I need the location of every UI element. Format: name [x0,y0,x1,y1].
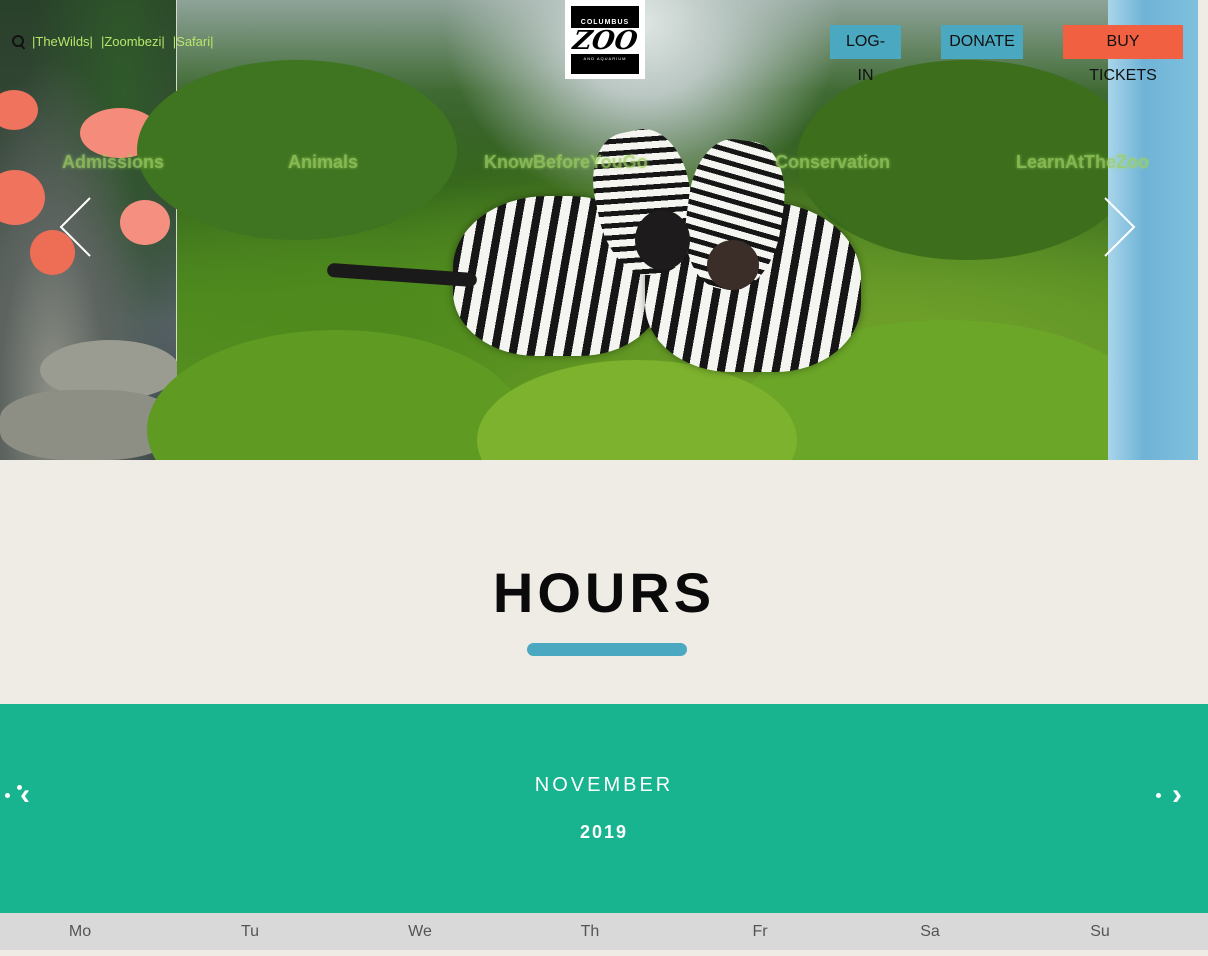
utility-links: |TheWilds| |Zoombezi| |Safari| [12,34,222,49]
carousel-next-arrow-icon[interactable] [1103,196,1137,258]
columbus-zoo-logo[interactable]: COLUMBUS ZOO AND AQUARIUM [565,0,645,79]
logo-text-top: COLUMBUS [580,18,630,26]
calendar-dot [1156,793,1161,798]
calendar-month: NOVEMBER [534,774,674,796]
nav-animals[interactable]: Animals [288,152,358,173]
nav-conservation[interactable]: Conservation [775,152,890,173]
calendar-year: 2019 [579,822,629,842]
logo-text-main: ZOO [567,26,643,56]
weekday-tu: Tu [240,923,260,940]
donate-button[interactable]: DONATE [941,25,1023,59]
weekday-mo: Mo [68,923,92,940]
weekday-th: Th [580,923,600,940]
link-thewilds[interactable]: |TheWilds| [32,34,93,49]
nav-admissions[interactable]: Admissions [62,152,164,173]
search-icon[interactable] [12,34,26,49]
weekday-fr: Fr [752,923,768,940]
weekday-su: Su [1090,923,1110,940]
weekday-sa: Sa [920,923,940,940]
hours-underline [527,643,687,656]
hero-carousel: |TheWilds| |Zoombezi| |Safari| COLUMBUS … [0,0,1198,460]
hours-heading: HOURS [492,561,716,624]
link-zoombezi[interactable]: |Zoombezi| [101,34,165,49]
calendar-header [0,704,1208,913]
logo-text-bottom: AND AQUARIUM [583,55,627,61]
link-safari[interactable]: |Safari| [173,34,214,49]
nav-know-before-you-go[interactable]: KnowBeforeYouGo [484,152,648,173]
login-button[interactable]: LOG-IN [830,25,901,84]
calendar-weekday-row: Mo Tu We Th Fr Sa Su [0,913,1208,950]
weekday-we: We [408,923,432,940]
carousel-prev-arrow-icon[interactable] [58,196,92,258]
nav-learn-at-the-zoo[interactable]: LearnAtTheZoo [1016,152,1149,173]
buy-tickets-button[interactable]: BUY TICKETS [1063,25,1183,84]
calendar-next-chevron-icon[interactable]: › [1172,780,1182,810]
